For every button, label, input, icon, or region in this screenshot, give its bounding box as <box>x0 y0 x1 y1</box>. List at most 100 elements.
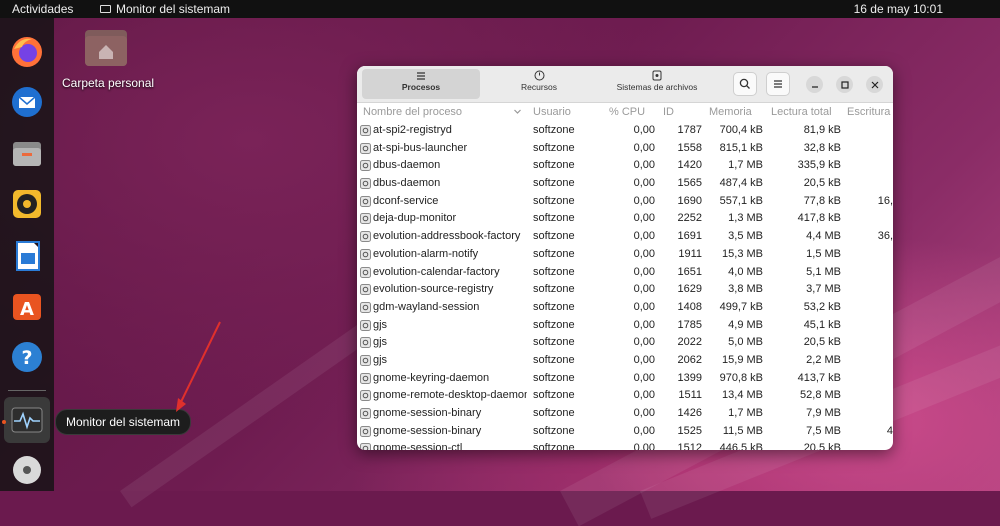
menu-button[interactable] <box>766 72 790 96</box>
help-icon[interactable]: ? <box>9 339 45 375</box>
column-header-id[interactable]: ID <box>663 102 708 122</box>
table-row[interactable]: gnome-keyring-daemon softzone 0,00 1399 970,… <box>357 370 893 388</box>
system-monitor-icon[interactable] <box>9 402 45 438</box>
process-icon <box>360 231 371 243</box>
tab-procesos-label: Procesos <box>401 82 441 92</box>
table-row[interactable]: evolution-addressbook-factory softzone 0,0… <box>357 228 893 246</box>
process-name: gjs <box>373 318 388 331</box>
process-name: evolution-source-registry <box>373 283 494 296</box>
process-memory: 1,3 MB <box>728 212 763 225</box>
hamburger-icon <box>774 80 782 88</box>
process-icon <box>360 125 371 136</box>
process-cpu: 0,00 <box>633 124 655 136</box>
tab-procesos[interactable]: Procesos <box>362 69 480 99</box>
table-row[interactable]: dconf-service softzone 0,00 1690 557,1 kB 77,… <box>357 193 893 211</box>
process-read: 45,1 kB <box>803 318 841 331</box>
process-name: gnome-session-ctl <box>373 442 463 450</box>
process-icon <box>360 408 371 419</box>
disk-icon <box>598 69 716 82</box>
table-row[interactable]: gnome-remote-desktop-daemon softzone 0,00 1… <box>357 387 893 405</box>
table-row[interactable]: at-spi2-registryd softzone 0,00 1787 700,4 k… <box>357 122 893 140</box>
firefox-icon[interactable] <box>9 34 45 70</box>
table-row[interactable]: dbus-daemon softzone 0,00 1420 1,7 MB 335,9 k… <box>357 157 893 175</box>
home-folder-icon[interactable] <box>84 28 128 68</box>
process-memory: 487,4 kB <box>719 177 763 190</box>
table-row[interactable]: gjs softzone 0,00 2062 15,9 MB 2,2 MB <box>357 352 893 370</box>
table-row[interactable]: gnome-session-ctl softzone 0,00 1512 446,5 k… <box>357 440 893 450</box>
table-row[interactable]: dbus-daemon softzone 0,00 1565 487,4 kB 20,5 … <box>357 175 893 193</box>
app-menu-label: Monitor del sistemam <box>116 2 231 16</box>
chevron-down-icon[interactable] <box>513 107 522 119</box>
tab-sistemas-de-archivos[interactable]: Sistemas de archivos <box>598 69 716 99</box>
process-cpu: 0,00 <box>633 212 655 225</box>
process-name: gjs <box>373 336 388 349</box>
table-row[interactable]: gjs softzone 0,00 2022 5,0 MB 20,5 kB <box>357 334 893 352</box>
column-header-read[interactable]: Lectura total <box>771 102 843 122</box>
tab-recursos[interactable]: Recursos <box>480 69 598 99</box>
monitor-icon <box>100 5 111 13</box>
clock[interactable]: 16 de may 10:01 <box>854 0 943 18</box>
files-icon[interactable] <box>9 135 45 171</box>
column-header-write[interactable]: Escritura <box>847 102 893 122</box>
table-row[interactable]: evolution-source-registry softzone 0,00 162… <box>357 281 893 299</box>
table-row[interactable]: evolution-alarm-notify softzone 0,00 1911 15… <box>357 246 893 264</box>
process-icon <box>360 425 371 437</box>
process-user: softzone <box>533 442 575 450</box>
process-write: 4 <box>886 424 893 437</box>
process-icon <box>360 390 371 402</box>
process-id: 1511 <box>678 389 702 402</box>
process-user: softzone <box>533 124 575 136</box>
table-row[interactable]: at-spi-bus-launcher softzone 0,00 1558 815,1… <box>357 140 893 158</box>
process-cpu: 0,00 <box>633 353 655 366</box>
process-icon <box>360 284 371 296</box>
table-row[interactable]: gnome-session-binary softzone 0,00 1426 1,7 … <box>357 405 893 423</box>
process-memory: 5,0 MB <box>728 336 763 349</box>
table-row[interactable]: evolution-calendar-factory softzone 0,00 16… <box>357 264 893 282</box>
process-user: softzone <box>533 371 575 384</box>
process-memory: 13,4 MB <box>722 389 763 402</box>
process-cpu: 0,00 <box>633 407 655 419</box>
process-memory: 700,4 kB <box>719 124 763 136</box>
software-center-icon[interactable]: A <box>9 288 45 324</box>
running-indicator <box>2 420 6 424</box>
table-row[interactable]: gdm-wayland-session softzone 0,00 1408 499,7… <box>357 299 893 317</box>
process-cpu: 0,00 <box>633 424 655 437</box>
process-id: 2062 <box>677 353 702 366</box>
process-read: 7,5 MB <box>806 424 841 437</box>
column-header-memory[interactable]: Memoria <box>709 102 765 122</box>
process-user: softzone <box>533 336 575 349</box>
process-read: 20,5 kB <box>803 336 841 349</box>
process-icon <box>360 248 371 260</box>
table-row[interactable]: gjs softzone 0,00 1785 4,9 MB 45,1 kB <box>357 317 893 335</box>
process-name: gnome-session-binary <box>373 424 482 437</box>
process-read: 2,2 MB <box>806 353 841 366</box>
process-read: 1,5 MB <box>806 247 841 260</box>
process-read: 32,8 kB <box>803 141 841 154</box>
rhythmbox-icon[interactable] <box>9 186 45 222</box>
process-id: 1629 <box>677 283 702 296</box>
process-id: 1787 <box>677 124 702 136</box>
column-header-cpu[interactable]: % CPU <box>609 102 661 122</box>
process-user: softzone <box>533 230 575 243</box>
activities-button[interactable]: Actividades <box>12 0 73 18</box>
process-id: 2252 <box>677 212 702 225</box>
process-memory: 1,7 MB <box>728 407 763 419</box>
writer-icon[interactable] <box>9 238 45 274</box>
close-button[interactable] <box>866 76 883 93</box>
system-monitor-window: Procesos Recursos Sistemas de archivos N… <box>357 66 893 450</box>
column-header-user[interactable]: Usuario <box>533 102 603 122</box>
dvd-icon[interactable] <box>9 452 45 488</box>
maximize-button[interactable] <box>836 76 853 93</box>
process-icon <box>360 319 371 331</box>
table-row[interactable]: deja-dup-monitor softzone 0,00 2252 1,3 MB 41… <box>357 210 893 228</box>
table-row[interactable]: gnome-session-binary softzone 0,00 1525 11,5… <box>357 423 893 441</box>
column-header-name[interactable]: Nombre del proceso <box>363 102 517 122</box>
process-icon <box>360 337 371 349</box>
search-button[interactable] <box>733 72 757 96</box>
minimize-button[interactable] <box>806 76 823 93</box>
process-cpu: 0,00 <box>633 318 655 331</box>
process-memory: 3,5 MB <box>728 230 763 243</box>
process-user: softzone <box>533 318 575 331</box>
thunderbird-icon[interactable] <box>9 84 45 120</box>
app-menu[interactable]: Monitor del sistemam <box>100 0 230 18</box>
